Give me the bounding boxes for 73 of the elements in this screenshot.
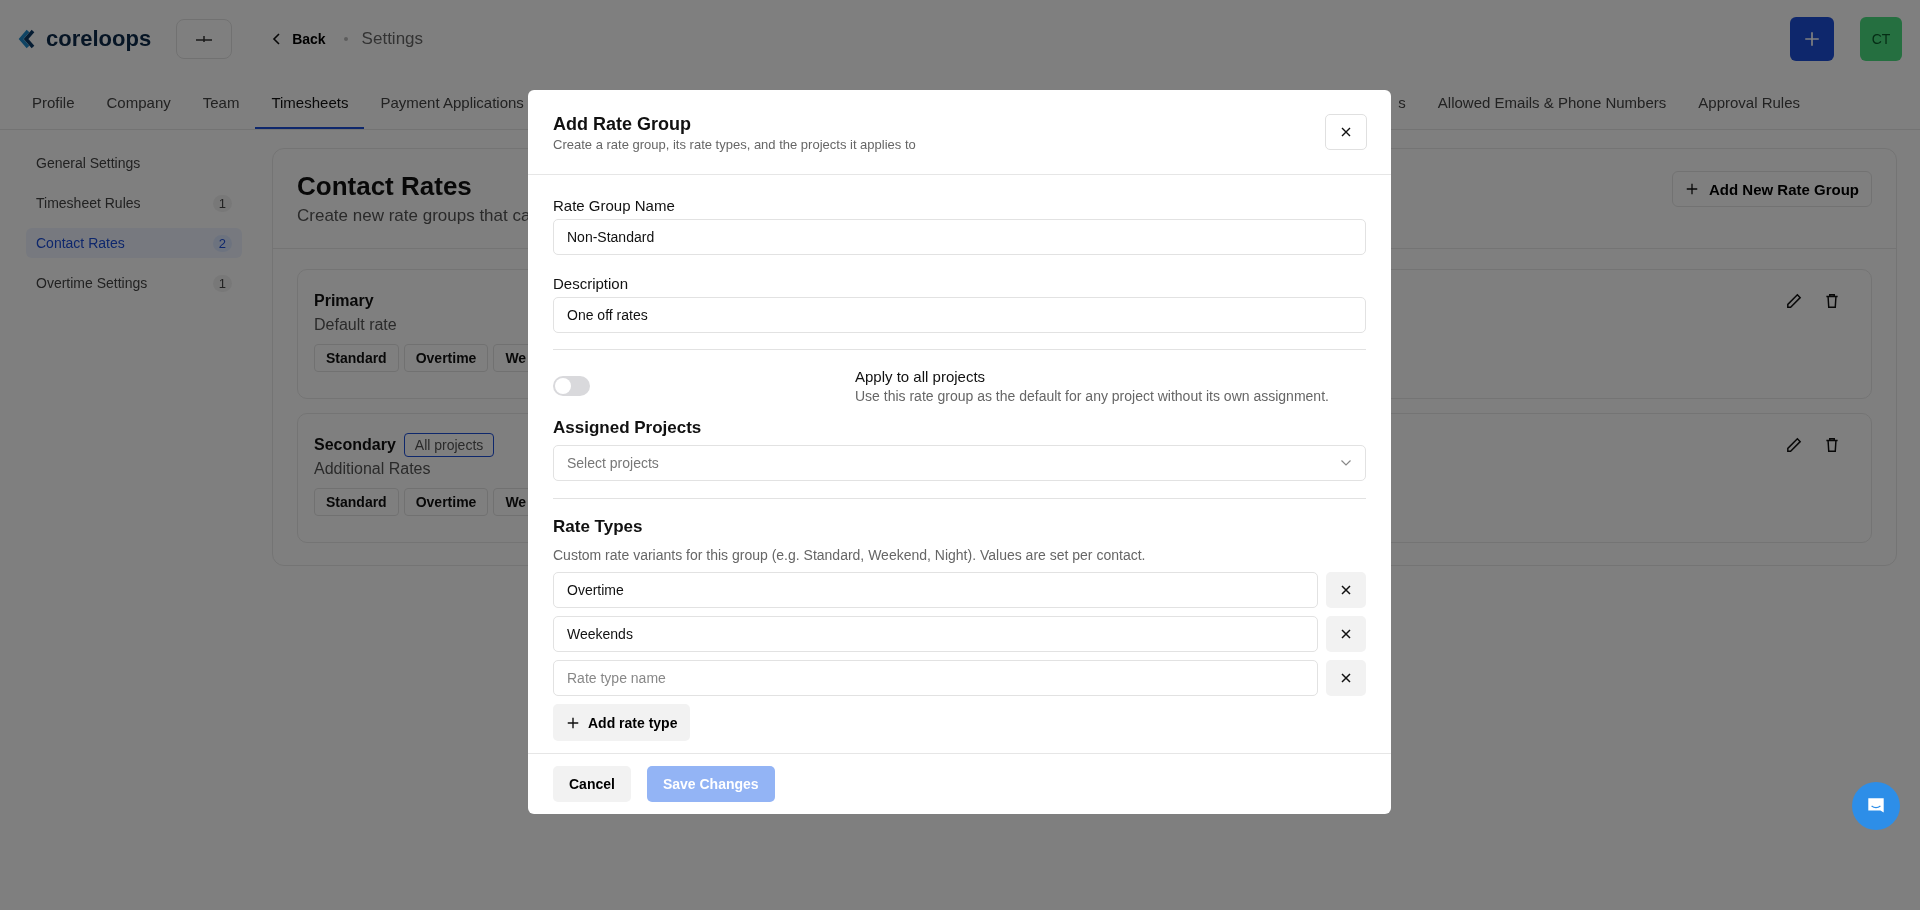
sidebar-item-label: Contact Rates [36, 235, 125, 251]
cancel-button[interactable]: Cancel [553, 766, 631, 802]
plus-icon [1685, 182, 1699, 196]
plus-icon [1803, 30, 1821, 48]
add-rate-type-button[interactable]: Add rate type [553, 704, 691, 741]
settings-tab[interactable]: Company [90, 78, 187, 129]
remove-button[interactable] [1326, 616, 1366, 652]
settings-tab[interactable]: s [1382, 78, 1422, 129]
settings-tab[interactable]: Team [186, 78, 256, 129]
chevron-left-icon [272, 32, 283, 46]
chat-button[interactable] [1852, 782, 1900, 830]
page-title: Contact Rates [297, 171, 473, 202]
sidebar-item[interactable]: General Settings [26, 148, 242, 178]
settings-tab[interactable]: Timesheets [255, 78, 365, 129]
toggle-hint: Use this rate group as the default for any project without its own assignment. [855, 388, 1330, 404]
close-icon [1340, 672, 1352, 684]
close-button[interactable] [1325, 114, 1367, 150]
settings-tab[interactable]: Profile [16, 78, 91, 129]
delete-icon[interactable] [1823, 292, 1841, 310]
remove-button[interactable] [1326, 572, 1366, 608]
toggle-switch[interactable] [553, 376, 590, 396]
close-icon [1340, 584, 1352, 596]
settings-tab[interactable]: Allowed Emails & Phone Numbers [1421, 78, 1683, 129]
close-icon [1340, 628, 1352, 640]
dialog-title: Add Rate Group [553, 114, 692, 135]
chevron-down-icon [1340, 459, 1352, 467]
rate-group-name-field[interactable]: Non-Standard [553, 219, 1366, 255]
sidebar-item[interactable]: Overtime Settings 1 [26, 268, 242, 298]
rate-type-chip: Overtime [403, 488, 489, 516]
rate-type-field[interactable]: Overtime [553, 572, 1318, 608]
back-button[interactable]: Back [268, 27, 330, 51]
field-label: Rate Group Name [553, 197, 676, 214]
section-title: Assigned Projects [553, 418, 703, 438]
edit-icon[interactable] [1785, 436, 1803, 454]
rate-group-description: Default rate [314, 316, 398, 334]
sidebar-item-label: General Settings [36, 155, 141, 171]
settings-tab[interactable]: Approval Rules [1682, 78, 1816, 129]
section-hint: Custom rate variants for this group (e.g. Standard, Weekend, Night). Values are set per contact. [553, 547, 1147, 563]
plus-icon [566, 715, 580, 730]
sidebar-item[interactable]: Timesheet Rules 1 [26, 188, 242, 218]
company-switcher-button[interactable] [176, 19, 233, 59]
toggle-label: Apply to all projects [855, 368, 987, 385]
count-badge: 1 [212, 274, 232, 292]
delete-icon[interactable] [1823, 436, 1841, 454]
logo-text: coreloops [46, 26, 152, 52]
dialog-subtitle: Create a rate group, its rate types, and the projects it applies to [553, 137, 916, 152]
sidebar-item-label: Timesheet Rules [36, 195, 141, 211]
field-label: Description [553, 275, 630, 292]
rate-type-chip: Standard [314, 344, 399, 372]
rate-type-chip: Standard [314, 488, 399, 516]
section-title: Rate Types [553, 517, 644, 537]
projects-badge: All projects [403, 433, 495, 457]
company-icon [194, 34, 215, 44]
close-icon [1340, 126, 1352, 138]
sidebar-item-label: Overtime Settings [36, 275, 148, 291]
user-avatar[interactable]: CT [1860, 17, 1902, 61]
projects-select[interactable]: Select projects [553, 445, 1366, 481]
count-badge: 1 [212, 194, 232, 212]
rate-group-description: Additional Rates [314, 460, 432, 478]
rate-type-field[interactable]: Rate type name [553, 660, 1318, 696]
count-badge: 2 [212, 234, 232, 252]
remove-button[interactable] [1326, 660, 1366, 696]
breadcrumb: Settings [361, 29, 424, 49]
rate-group-name: Primary [314, 292, 374, 310]
rate-type-chip: Overtime [403, 344, 489, 372]
rate-type-field[interactable]: Weekends [553, 616, 1318, 652]
sidebar-item[interactable]: Contact Rates 2 [26, 228, 242, 258]
settings-tab[interactable]: Payment Applications [364, 78, 540, 129]
rate-group-name: Secondary [314, 436, 396, 454]
add-button[interactable] [1790, 17, 1834, 61]
add-rate-group-button[interactable]: Add New Rate Group [1672, 171, 1872, 207]
description-field[interactable]: One off rates [553, 297, 1366, 333]
edit-icon[interactable] [1785, 292, 1803, 310]
